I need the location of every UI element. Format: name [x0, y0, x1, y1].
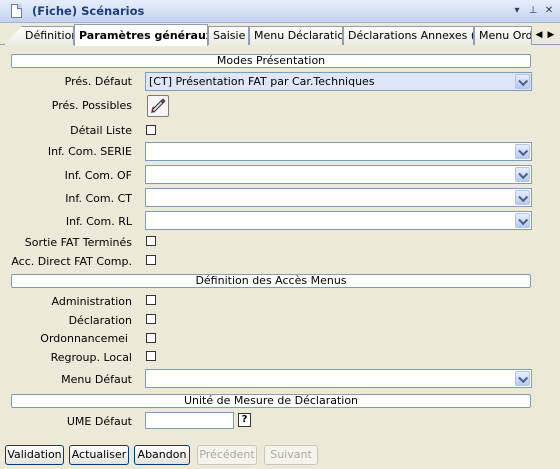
- pres-possibles-label: Prés. Possibles: [51, 99, 132, 112]
- declaration-checkbox[interactable]: [146, 314, 156, 324]
- edit-list-icon: [151, 98, 166, 113]
- acc-direct-label: Acc. Direct FAT Comp.: [11, 255, 132, 268]
- inf-com-serie-label: Inf. Com. SERIE: [47, 145, 132, 158]
- tab-menu-ordonnancement[interactable]: Menu Ordonnancement: [474, 26, 532, 45]
- acc-direct-checkbox[interactable]: [146, 255, 156, 265]
- tab-strip: Définition Paramètres généraux Saisie Me…: [0, 24, 560, 46]
- inf-com-of-select[interactable]: [145, 165, 532, 184]
- tab-scroll-right-icon[interactable]: ▶: [545, 28, 557, 42]
- help-icon[interactable]: ?: [238, 413, 251, 427]
- inf-com-ct-label: Inf. Com. CT: [65, 192, 132, 205]
- sortie-fat-label: Sortie FAT Terminés: [24, 236, 132, 249]
- section-unite-mesure: Unité de Mesure de Déclaration: [11, 394, 531, 408]
- administration-label: Administration: [51, 295, 133, 308]
- pres-possibles-button[interactable]: [147, 95, 169, 117]
- title-bar: (Fiche) Scénarios ▾ ⊥ ✕: [0, 0, 560, 23]
- ume-defaut-label: UME Défaut: [66, 415, 132, 428]
- validation-button[interactable]: Validation: [5, 445, 64, 465]
- detail-liste-checkbox[interactable]: [146, 125, 156, 135]
- precedent-button[interactable]: Précédent: [197, 445, 257, 465]
- menu-defaut-label: Menu Défaut: [61, 373, 132, 386]
- sortie-fat-checkbox[interactable]: [146, 236, 156, 246]
- administration-checkbox[interactable]: [146, 295, 156, 305]
- abandon-button[interactable]: Abandon: [134, 445, 190, 465]
- tab-menu-declaration[interactable]: Menu Déclaration: [249, 26, 343, 45]
- chevron-down-icon[interactable]: [515, 74, 530, 89]
- regroup-local-label: Regroup. Local: [50, 351, 132, 364]
- menu-defaut-select[interactable]: [145, 369, 532, 388]
- inf-com-rl-select[interactable]: [145, 211, 532, 230]
- detail-liste-label: Détail Liste: [70, 124, 132, 137]
- tab-declarations-annexes[interactable]: Déclarations Annexes (1): [343, 26, 474, 45]
- dock-icon[interactable]: ⊥: [526, 4, 540, 18]
- section-modes-presentation: Modes Présentation: [11, 54, 531, 68]
- chevron-down-icon[interactable]: [515, 190, 530, 205]
- chevron-down-icon[interactable]: [515, 371, 530, 386]
- close-icon[interactable]: ✕: [542, 4, 556, 18]
- inf-com-of-label: Inf. Com. OF: [64, 169, 132, 182]
- chevron-down-icon[interactable]: [515, 167, 530, 182]
- ume-defaut-input[interactable]: [145, 412, 234, 429]
- suivant-button[interactable]: Suivant: [264, 445, 318, 465]
- pres-defaut-label: Prés. Défaut: [64, 75, 132, 88]
- section-acces-menus: Définition des Accès Menus: [11, 274, 531, 288]
- regroup-local-checkbox[interactable]: [146, 351, 156, 361]
- declaration-label: Déclaration: [68, 314, 132, 327]
- chevron-down-icon[interactable]: [515, 144, 530, 159]
- tab-definition[interactable]: Définition: [4, 26, 74, 45]
- pin-dropdown-icon[interactable]: ▾: [510, 4, 524, 18]
- chevron-down-icon[interactable]: [515, 213, 530, 228]
- window-title: (Fiche) Scénarios: [32, 4, 145, 18]
- tab-parametres-generaux[interactable]: Paramètres généraux: [74, 24, 208, 46]
- ordonnancement-label: Ordonnancemei: [40, 332, 128, 345]
- ordonnancement-checkbox[interactable]: [146, 333, 156, 343]
- tab-scroll-left-icon[interactable]: ◀: [533, 28, 545, 42]
- document-icon: [11, 4, 22, 18]
- action-bar: Validation Actualiser Abandon Précédent …: [0, 440, 560, 469]
- pres-defaut-value: [CT] Présentation FAT par Car.Techniques: [149, 75, 375, 88]
- actualiser-button[interactable]: Actualiser: [69, 445, 129, 465]
- inf-com-serie-select[interactable]: [145, 142, 532, 161]
- inf-com-ct-select[interactable]: [145, 188, 532, 207]
- tab-saisie[interactable]: Saisie: [208, 26, 249, 45]
- pres-defaut-select[interactable]: [CT] Présentation FAT par Car.Techniques: [145, 72, 532, 91]
- inf-com-rl-label: Inf. Com. RL: [65, 215, 132, 228]
